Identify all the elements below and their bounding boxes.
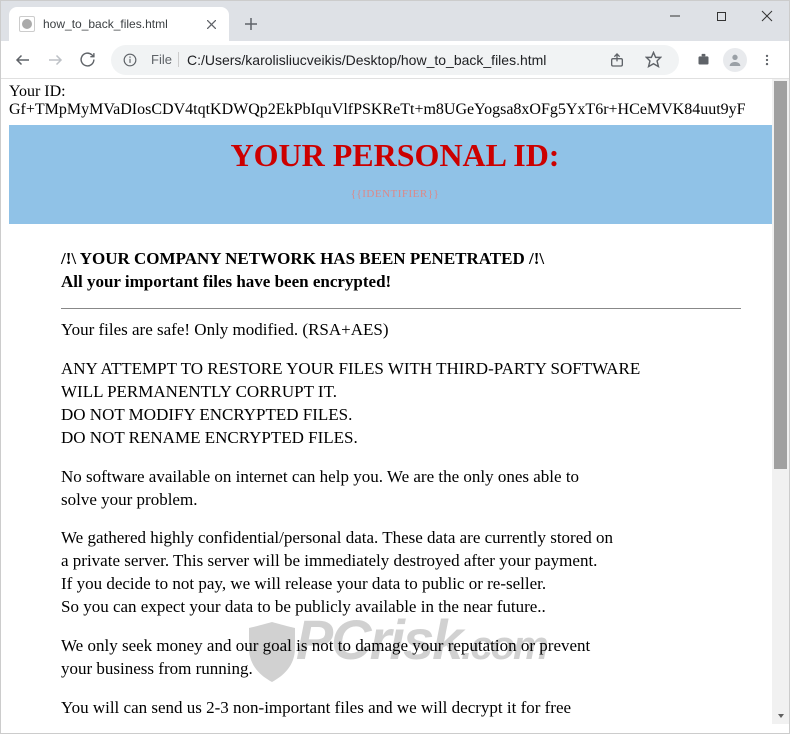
paragraph-attempt-3: DO NOT MODIFY ENCRYPTED FILES. bbox=[61, 404, 741, 427]
banner-identifier: {{IDENTIFIER}} bbox=[9, 188, 781, 200]
paragraph-safe: Your files are safe! Only modified. (RSA… bbox=[61, 319, 741, 342]
paragraph-data-3: If you decide to not pay, we will releas… bbox=[61, 573, 741, 596]
page-content: Your ID: Gf+TMpMyMVaDIosCDV4tqtKDWQp2EkP… bbox=[1, 79, 789, 724]
paragraph-data-1: We gathered highly confidential/personal… bbox=[61, 527, 741, 550]
minimize-button[interactable] bbox=[652, 0, 698, 32]
new-tab-button[interactable] bbox=[237, 10, 265, 38]
bookmark-button[interactable] bbox=[639, 46, 667, 74]
warning-line-1: /!\ YOUR COMPANY NETWORK HAS BEEN PENETR… bbox=[61, 249, 544, 268]
scrollbar-track[interactable] bbox=[772, 79, 789, 724]
close-window-button[interactable] bbox=[744, 0, 790, 32]
paragraph-proof-1: You will can send us 2-3 non-important f… bbox=[61, 697, 741, 720]
warning-line-2: All your important files have been encry… bbox=[61, 272, 391, 291]
tab-title: how_to_back_files.html bbox=[43, 17, 197, 31]
favicon-icon bbox=[19, 16, 35, 32]
url-text: C:/Users/karolisliucveikis/Desktop/how_t… bbox=[187, 52, 595, 68]
viewport: Your ID: Gf+TMpMyMVaDIosCDV4tqtKDWQp2EkP… bbox=[1, 79, 789, 724]
toolbar: File C:/Users/karolisliucveikis/Desktop/… bbox=[1, 41, 789, 79]
address-bar[interactable]: File C:/Users/karolisliucveikis/Desktop/… bbox=[111, 45, 679, 75]
paragraph-attempt-4: DO NOT RENAME ENCRYPTED FILES. bbox=[61, 427, 741, 450]
banner-title: YOUR PERSONAL ID: bbox=[9, 137, 781, 174]
browser-tab[interactable]: how_to_back_files.html bbox=[9, 7, 229, 41]
paragraph-data-4: So you can expect your data to be public… bbox=[61, 596, 741, 619]
info-icon bbox=[123, 53, 137, 67]
divider bbox=[61, 308, 741, 309]
paragraph-goal-1: We only seek money and our goal is not t… bbox=[61, 635, 741, 658]
close-tab-button[interactable] bbox=[203, 16, 219, 32]
scrollbar-thumb[interactable] bbox=[774, 81, 787, 469]
paragraph-data-2: a private server. This server will be im… bbox=[61, 550, 741, 573]
extensions-button[interactable] bbox=[689, 46, 717, 74]
your-id-label: Your ID: bbox=[9, 83, 781, 101]
your-id-value: Gf+TMpMyMVaDIosCDV4tqtKDWQp2EkPbIquVlfPS… bbox=[9, 101, 781, 119]
maximize-button[interactable] bbox=[698, 0, 744, 32]
file-scheme-label: File bbox=[145, 52, 179, 67]
forward-button[interactable] bbox=[41, 46, 69, 74]
paragraph-goal-2: your business from running. bbox=[61, 658, 741, 681]
paragraph-proof-2: to prove we are able to give your files … bbox=[61, 720, 741, 724]
share-button[interactable] bbox=[603, 46, 631, 74]
paragraph-attempt-2: WILL PERMANENTLY CORRUPT IT. bbox=[61, 381, 741, 404]
paragraph-nosoftware-2: solve your problem. bbox=[61, 489, 741, 512]
menu-button[interactable] bbox=[753, 46, 781, 74]
ransom-note-body: /!\ YOUR COMPANY NETWORK HAS BEEN PENETR… bbox=[9, 224, 781, 724]
profile-button[interactable] bbox=[721, 46, 749, 74]
back-button[interactable] bbox=[9, 46, 37, 74]
personal-id-banner: YOUR PERSONAL ID: {{IDENTIFIER}} bbox=[9, 125, 781, 224]
paragraph-nosoftware-1: No software available on internet can he… bbox=[61, 466, 741, 489]
reload-button[interactable] bbox=[73, 46, 101, 74]
paragraph-attempt-1: ANY ATTEMPT TO RESTORE YOUR FILES WITH T… bbox=[61, 358, 741, 381]
scrollbar-down-button[interactable] bbox=[772, 707, 789, 724]
